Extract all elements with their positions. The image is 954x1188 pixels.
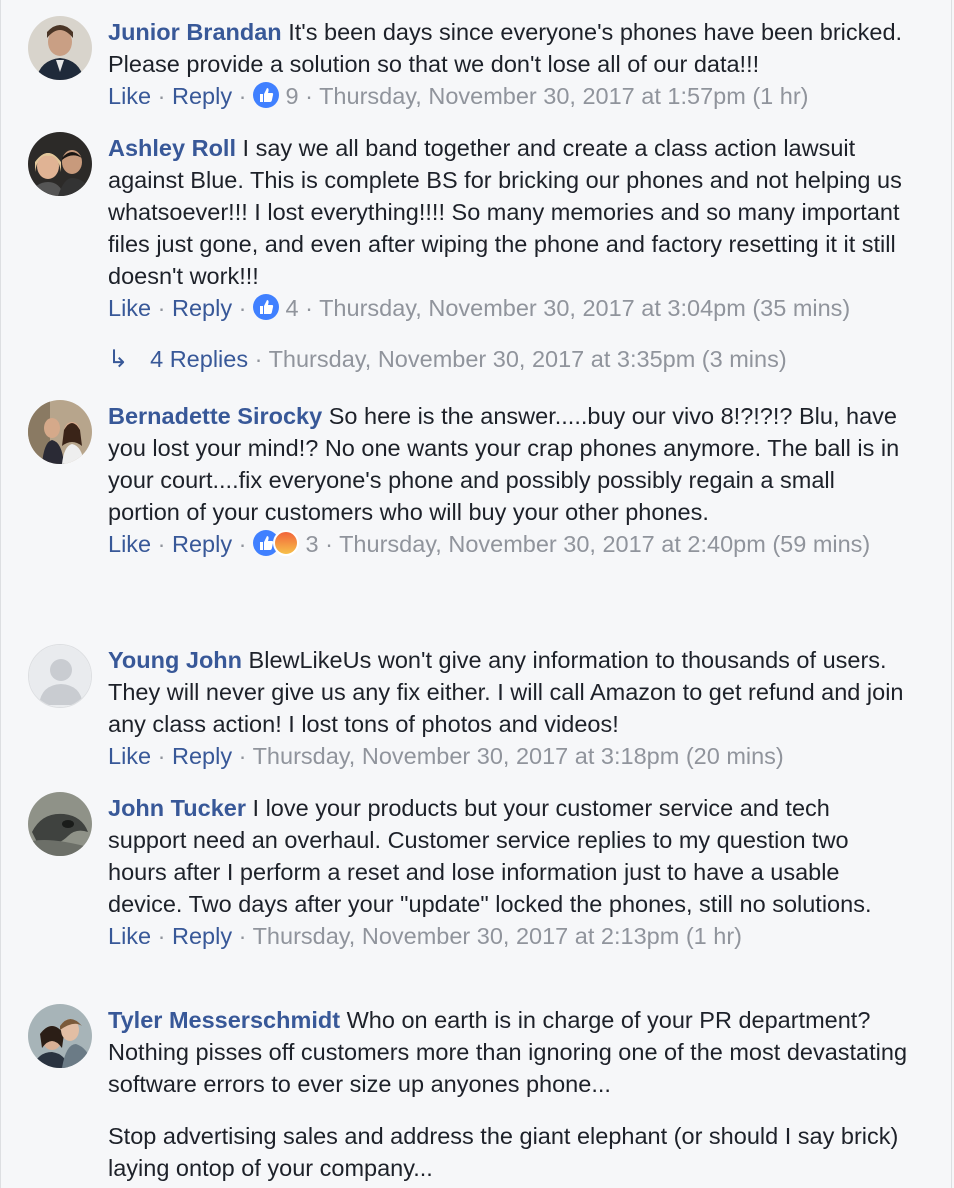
separator: · [305, 83, 313, 109]
reaction-count[interactable]: 4 [286, 295, 299, 321]
separator: · [157, 295, 166, 321]
comment-text: John Tucker I love your products but you… [108, 792, 908, 920]
comment-text: Bernadette Sirocky So here is the answer… [108, 400, 908, 528]
comment-actions: Like · Reply · Thursday, November 30, 20… [108, 920, 908, 952]
reply-button[interactable]: Reply [172, 923, 232, 949]
separator: · [157, 83, 166, 109]
comment-text: Junior Brandan It's been days since ever… [108, 16, 908, 80]
separator: · [238, 295, 247, 321]
author-name[interactable]: Tyler Messerschmidt [108, 1007, 340, 1033]
reply-button[interactable]: Reply [172, 83, 232, 109]
avatar[interactable] [28, 400, 92, 464]
timestamp[interactable]: Thursday, November 30, 2017 at 1:57pm (1… [319, 83, 808, 109]
reaction-count[interactable]: 9 [286, 83, 299, 109]
comment-text: Young John BlewLikeUs won't give any inf… [108, 644, 908, 740]
like-button[interactable]: Like [108, 531, 151, 557]
avatar[interactable] [28, 132, 92, 196]
separator: · [238, 923, 247, 949]
comment-actions: Like · Reply · Thursday, November 30, 20… [108, 740, 908, 772]
comment-text: Ashley Roll I say we all band together a… [108, 132, 908, 292]
separator: · [238, 531, 247, 557]
like-button[interactable]: Like [108, 923, 151, 949]
replies-link[interactable]: 4 Replies [150, 346, 248, 372]
like-reaction-icon[interactable] [253, 294, 279, 320]
reaction-count[interactable]: 3 [306, 531, 319, 557]
comment-paragraph: Stop advertising sales and address the g… [108, 1123, 899, 1181]
author-name[interactable]: Junior Brandan [108, 19, 282, 45]
comment-actions: Like · Reply · 9 · Thursday, November 30… [108, 80, 908, 112]
author-name[interactable]: Ashley Roll [108, 135, 236, 161]
timestamp[interactable]: Thursday, November 30, 2017 at 2:40pm (5… [339, 531, 870, 557]
separator: · [157, 923, 166, 949]
separator: · [254, 346, 263, 372]
separator: · [305, 295, 313, 321]
separator: · [157, 531, 166, 557]
separator: · [325, 531, 333, 557]
author-name[interactable]: Young John [108, 647, 242, 673]
separator: · [238, 743, 247, 769]
timestamp[interactable]: Thursday, November 30, 2017 at 3:18pm (2… [253, 743, 784, 769]
like-reaction-icon[interactable] [253, 82, 279, 108]
replies-timestamp[interactable]: Thursday, November 30, 2017 at 3:35pm (3… [269, 346, 787, 372]
timestamp[interactable]: Thursday, November 30, 2017 at 3:04pm (3… [319, 295, 850, 321]
comment-actions: Like · Reply · 3 · Thursday, November 30… [108, 528, 908, 560]
angry-reaction-icon[interactable] [273, 530, 299, 556]
separator: · [157, 743, 166, 769]
like-button[interactable]: Like [108, 295, 151, 321]
avatar[interactable] [28, 644, 92, 708]
avatar[interactable] [28, 16, 92, 80]
comment-text: Tyler Messerschmidt Who on earth is in c… [108, 1004, 908, 1100]
comment-actions: Like · Reply · 4 · Thursday, November 30… [108, 292, 908, 324]
avatar[interactable] [28, 792, 92, 856]
separator: · [238, 83, 247, 109]
reply-arrow-icon: ↳ [108, 346, 129, 373]
avatar[interactable] [28, 1004, 92, 1068]
reply-button[interactable]: Reply [172, 295, 232, 321]
author-name[interactable]: John Tucker [108, 795, 246, 821]
reply-button[interactable]: Reply [172, 743, 232, 769]
like-button[interactable]: Like [108, 83, 151, 109]
reply-button[interactable]: Reply [172, 531, 232, 557]
like-button[interactable]: Like [108, 743, 151, 769]
author-name[interactable]: Bernadette Sirocky [108, 403, 322, 429]
timestamp[interactable]: Thursday, November 30, 2017 at 2:13pm (1… [253, 923, 742, 949]
view-replies-row[interactable]: ↳ 4 Replies · Thursday, November 30, 2017… [108, 343, 787, 376]
